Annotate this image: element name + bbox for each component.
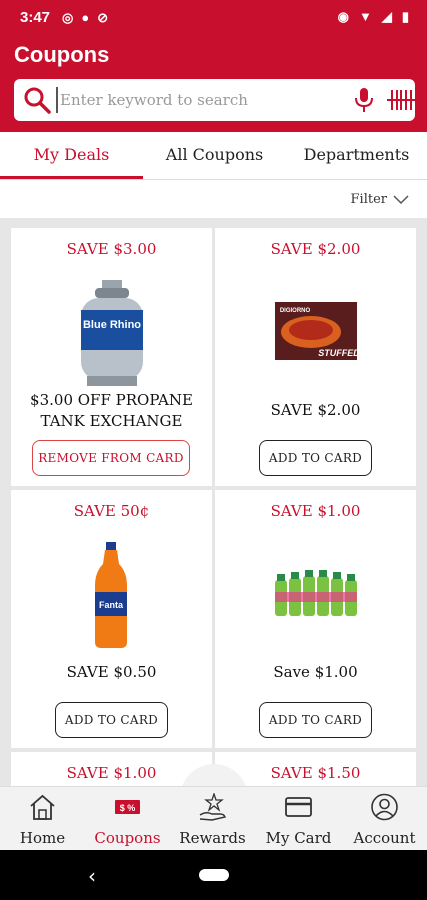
system-status-icons: ◉ ▼ ◢ ▮ (338, 9, 409, 25)
search-input[interactable] (56, 87, 326, 113)
filter-label: Filter (350, 192, 387, 207)
microphone-icon[interactable] (353, 87, 375, 113)
deals-tabs: My Deals All Coupons Departments (0, 132, 427, 180)
coupon-card[interactable]: SAVE $1.50 (215, 752, 416, 786)
filter-button[interactable]: Filter (351, 192, 409, 207)
coupon-save-amount: SAVE $1.00 (66, 764, 157, 782)
barcode-scan-icon[interactable] (387, 87, 417, 113)
pizza-box-label: STUFFED (318, 348, 357, 358)
account-icon (371, 793, 398, 821)
search-bar[interactable] (14, 79, 417, 121)
coupon-card[interactable]: SAVE $1.00 (11, 752, 212, 786)
coupons-icon: $ % (115, 800, 140, 814)
coupon-card[interactable]: SAVE $3.00 Blue Rhino $3.00 OFF PROPANE … (11, 228, 212, 486)
tab-my-deals[interactable]: My Deals (0, 132, 143, 180)
product-logo-text: Fanta (99, 600, 124, 610)
coupon-description: SAVE $2.00 (270, 401, 361, 419)
nav-rewards[interactable]: Rewards (170, 787, 255, 851)
coupon-card[interactable]: SAVE $2.00 DIGIORNO STUFFED SAVE $2.00 A… (215, 228, 416, 486)
coupon-description: $3.00 OFF PROPANE TANK EXCHANGE (30, 391, 193, 430)
back-icon[interactable]: ‹ (88, 864, 96, 888)
battery-icon: ▮ (401, 9, 409, 24)
blocked-icon: ⊘ (97, 10, 109, 25)
pizza-box-image: DIGIORNO STUFFED (275, 302, 357, 360)
add-to-card-button[interactable]: ADD TO CARD (259, 702, 372, 738)
wifi-icon: ▼ (358, 9, 372, 24)
system-navigation-bar: ‹ (0, 850, 427, 900)
nav-label: My Card (265, 829, 332, 847)
eye-icon: ◉ (337, 9, 349, 24)
coupon-description: Save $1.00 (273, 663, 358, 681)
chevron-down-icon (393, 194, 409, 204)
chat-bubble-icon: ● (81, 10, 90, 25)
coupon-grid: SAVE $3.00 Blue Rhino $3.00 OFF PROPANE … (0, 218, 427, 786)
coupon-save-amount: SAVE $1.00 (270, 502, 361, 520)
coupon-save-amount: SAVE 50¢ (73, 502, 150, 520)
nav-label: Coupons (94, 829, 161, 847)
whatsapp-icon: ◎ (62, 10, 74, 25)
tab-departments[interactable]: Departments (286, 132, 427, 180)
nav-label: Account (353, 829, 416, 847)
status-time: 3:47 (20, 9, 51, 26)
nav-coupons[interactable]: $ % Coupons (85, 787, 170, 851)
nav-label: Rewards (179, 829, 246, 847)
filter-bar: Filter (0, 180, 427, 218)
nav-home[interactable]: Home (0, 787, 85, 851)
nav-account[interactable]: Account (342, 787, 427, 851)
card-icon (285, 797, 312, 817)
coupon-description: SAVE $0.50 (66, 663, 157, 681)
status-bar: 3:47 ◎ ● ⊘ ◉ ▼ ◢ ▮ (0, 0, 427, 36)
coupon-save-amount: SAVE $1.50 (270, 764, 361, 782)
add-to-card-button[interactable]: ADD TO CARD (55, 702, 168, 738)
notification-icons: ◎ ● ⊘ (62, 10, 108, 26)
coupon-card[interactable]: SAVE 50¢ Fanta SAVE $0.50 ADD TO CARD (11, 490, 212, 748)
tab-all-coupons[interactable]: All Coupons (143, 132, 286, 180)
propane-tank-image: Blue Rhino (81, 280, 143, 386)
nav-my-card[interactable]: My Card (256, 787, 341, 851)
fanta-bottle-image: Fanta (95, 542, 127, 648)
coupon-card[interactable]: SAVE $1.00 Save $1.00 ADD TO CARD (215, 490, 416, 748)
active-tab-indicator (0, 176, 143, 179)
bottom-navigation: Home $ % Coupons Rewards My Card Account (0, 786, 427, 850)
signal-icon: ◢ (381, 9, 392, 24)
product-logo-text: Blue Rhino (83, 319, 141, 331)
app-header: Coupons (0, 36, 427, 132)
remove-from-card-button[interactable]: REMOVE FROM CARD (32, 440, 190, 476)
home-icon (30, 794, 55, 820)
home-pill-button[interactable] (199, 869, 229, 881)
page-title: Coupons (14, 42, 110, 67)
product-logo-text: DIGIORNO (280, 308, 311, 314)
sports-drink-multipack-image (275, 570, 357, 616)
coupon-save-amount: SAVE $2.00 (270, 240, 361, 258)
search-icon[interactable] (23, 86, 51, 114)
add-to-card-button[interactable]: ADD TO CARD (259, 440, 372, 476)
coupon-save-amount: SAVE $3.00 (66, 240, 157, 258)
nav-label: Home (19, 829, 66, 847)
coupons-icon-badge: $ % (120, 803, 136, 813)
rewards-icon (199, 793, 226, 821)
